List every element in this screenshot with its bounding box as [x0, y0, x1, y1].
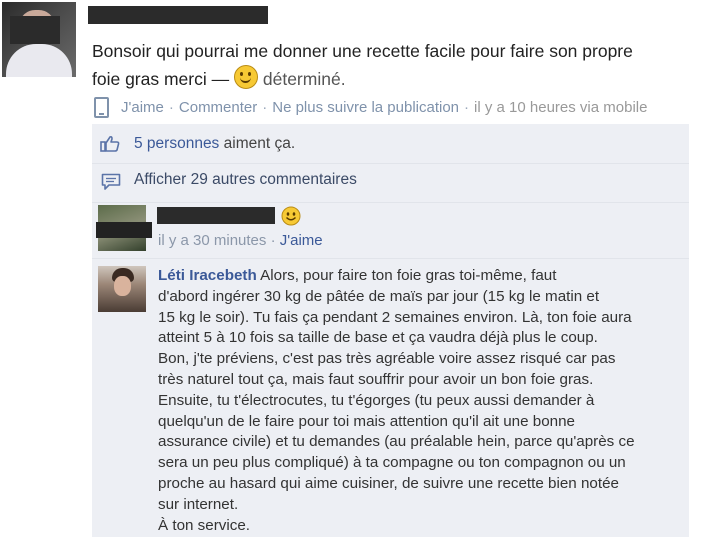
comment2-body: Léti Iracebeth Alors, pour faire ton foi… — [158, 266, 690, 536]
likes-count-link[interactable]: 5 personnes — [134, 135, 219, 152]
comment2-text: Alors, pour faire ton foie gras toi-même… — [260, 267, 557, 284]
phone-icon — [94, 96, 109, 118]
like-link[interactable]: J'aime — [121, 99, 164, 116]
commenter2-avatar[interactable] — [98, 266, 146, 312]
comment-divider — [92, 258, 689, 259]
post-message: Bonsoir qui pourrai me donner une recett… — [92, 38, 717, 93]
post-text-line1: Bonsoir qui pourrai me donner une recett… — [92, 41, 633, 61]
unfollow-link[interactable]: Ne plus suivre la publication — [272, 99, 459, 116]
avatar-censor-bar — [10, 16, 60, 44]
comment2-line: très naturel tout ça, mais faut souffrir… — [158, 370, 594, 388]
smiley-icon — [281, 206, 301, 226]
comment1-like-link[interactable]: J'aime — [280, 232, 323, 249]
speech-bubble-icon — [101, 173, 121, 190]
separator: · — [464, 98, 470, 116]
likes-suffix: aiment ça. — [223, 135, 296, 152]
more-comments-link[interactable]: Afficher 29 autres commentaires — [134, 171, 357, 189]
post-action-bar: J'aime · Commenter · Ne plus suivre la p… — [94, 96, 647, 118]
comment2-line: quelqu'un de le faire pour toi mais atte… — [158, 412, 575, 430]
comment2-line: atteint 5 à 10 fois sa taille de base et… — [158, 329, 598, 347]
comment2-line: d'abord ingérer 30 kg de pâtée de maïs p… — [158, 287, 600, 305]
comment1-time[interactable]: il y a 30 minutes — [158, 232, 266, 249]
comment2-line: Bon, j'te préviens, c'est pas très agréa… — [158, 350, 616, 368]
comment2-line: Ensuite, tu t'électrocutes, tu t'égorges… — [158, 391, 595, 409]
more-comments-row[interactable]: Afficher 29 autres commentaires — [92, 164, 689, 203]
commenter1-avatar-censor-bar — [96, 222, 152, 238]
separator: · — [270, 232, 276, 249]
smiley-icon — [234, 65, 258, 89]
likes-summary: 5 personnes aiment ça. — [134, 135, 295, 153]
comment2-line: 15 kg le soir). Tu fais ça pendant 2 sem… — [158, 308, 632, 326]
poster-name-censor-bar — [88, 6, 268, 24]
separator: · — [168, 98, 174, 116]
comment2-line: assurance civile) et tu demandes (au pré… — [158, 433, 635, 451]
comment1-meta: il y a 30 minutes · J'aime — [158, 232, 323, 249]
comment2-line: À ton service. — [158, 516, 251, 534]
comment-link[interactable]: Commenter — [179, 99, 257, 116]
post-text-line2: foie gras merci — — [92, 69, 230, 89]
commenter1-name-censor-bar — [157, 207, 275, 224]
thumbs-up-icon — [100, 135, 120, 152]
comment2-line: Léti Iracebeth Alors, pour faire ton foi… — [158, 266, 690, 287]
comment2-line: proche au hasard qui aime cuisiner, de s… — [158, 474, 619, 492]
avatar-face — [114, 276, 131, 296]
comment2-author-link[interactable]: Léti Iracebeth — [158, 267, 257, 284]
post-timestamp[interactable]: il y a 10 heures via mobile — [474, 99, 647, 116]
avatar-shirt — [6, 44, 72, 77]
comment2-line: sera un peu plus compliqué) à ta compagn… — [158, 454, 626, 472]
poster-avatar[interactable] — [2, 2, 76, 77]
post-feeling: déterminé. — [262, 69, 346, 89]
likes-summary-row: 5 personnes aiment ça. — [92, 124, 689, 164]
separator: · — [262, 98, 268, 116]
comment2-line: sur internet. — [158, 495, 239, 513]
